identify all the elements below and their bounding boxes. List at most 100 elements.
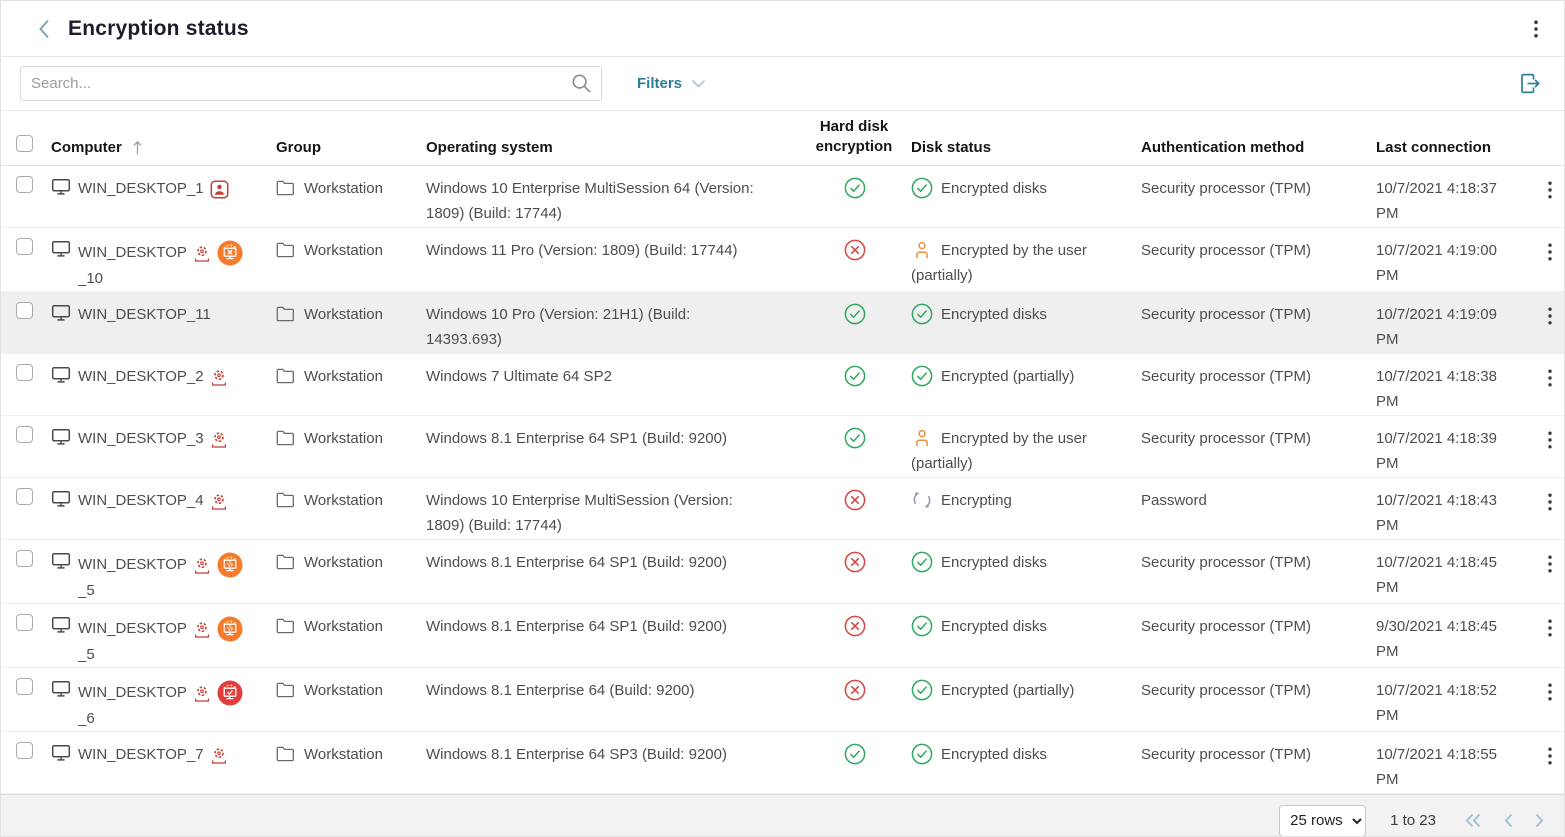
folder-icon <box>276 746 295 762</box>
disk-status-label: Encrypted disks <box>941 618 1047 635</box>
computer-name[interactable]: WIN_DESKTOP_1 <box>78 176 204 201</box>
row-menu-button[interactable] <box>1542 304 1558 328</box>
column-header-os[interactable]: Operating system <box>426 139 811 156</box>
first-page-button[interactable] <box>1462 810 1484 831</box>
gear-underline-badge-icon <box>210 746 228 765</box>
row-checkbox[interactable] <box>16 614 33 631</box>
table-row[interactable]: WIN_DESKTOP_7 Workstation Windows 8.1 En… <box>1 732 1564 794</box>
table-row[interactable]: WIN_DESKTOP _10 Workstation Windows 11 P… <box>1 228 1564 292</box>
search-input[interactable] <box>20 66 602 101</box>
check-circle-icon <box>911 177 933 199</box>
row-menu-button[interactable] <box>1542 178 1558 202</box>
row-checkbox[interactable] <box>16 678 33 695</box>
disk-status: Encrypted disks <box>911 614 1141 639</box>
computer-name[interactable]: WIN_DESKTOP <box>78 680 187 705</box>
row-menu-button[interactable] <box>1542 552 1558 576</box>
pager <box>1462 810 1548 831</box>
monitor-check-badge-icon <box>217 680 243 706</box>
first-page-icon <box>1464 812 1482 829</box>
row-menu-button[interactable] <box>1542 680 1558 704</box>
group-label: Workstation <box>304 176 383 201</box>
gear-underline-badge-icon <box>193 684 211 703</box>
last-connection-label: 10/7/2021 4:18:55 PM <box>1376 742 1534 792</box>
folder-icon <box>276 618 295 634</box>
computer-name[interactable]: WIN_DESKTOP_2 <box>78 364 204 389</box>
gear-underline-badge-icon <box>210 430 228 449</box>
row-menu-button[interactable] <box>1542 240 1558 264</box>
row-menu-button[interactable] <box>1542 428 1558 452</box>
computer-name[interactable]: WIN_DESKTOP <box>78 240 187 265</box>
computer-name[interactable]: WIN_DESKTOP <box>78 616 187 641</box>
user-icon <box>911 239 933 261</box>
row-menu-button[interactable] <box>1542 744 1558 768</box>
folder-icon <box>276 430 295 446</box>
row-checkbox[interactable] <box>16 426 33 443</box>
last-connection-label: 10/7/2021 4:18:43 PM <box>1376 488 1534 538</box>
disk-status-label: Encrypted disks <box>941 306 1047 323</box>
table-row[interactable]: WIN_DESKTOP _5 Workstation Windows 8.1 E… <box>1 540 1564 604</box>
back-button[interactable] <box>31 14 56 44</box>
previous-page-button[interactable] <box>1500 810 1516 831</box>
row-checkbox[interactable] <box>16 550 33 567</box>
computer-name[interactable]: WIN_DESKTOP_4 <box>78 488 204 513</box>
table-row[interactable]: WIN_DESKTOP _5 Workstation Windows 8.1 E… <box>1 604 1564 668</box>
next-page-icon <box>1534 812 1546 829</box>
computer-name-wrap: _6 <box>78 706 243 731</box>
row-checkbox[interactable] <box>16 742 33 759</box>
search-box <box>20 66 602 101</box>
row-checkbox[interactable] <box>16 176 33 193</box>
row-checkbox[interactable] <box>16 364 33 381</box>
x-circle-icon <box>844 615 866 637</box>
column-header-disk-status[interactable]: Disk status <box>911 139 1141 156</box>
operating-system-label: Windows 11 Pro (Version: 1809) (Build: 1… <box>426 238 811 263</box>
monitor-gear-badge-icon <box>217 616 243 642</box>
computer-name[interactable]: WIN_DESKTOP_3 <box>78 426 204 451</box>
sort-ascending-icon <box>132 139 143 156</box>
column-header-authentication-method[interactable]: Authentication method <box>1141 139 1376 156</box>
computer-name[interactable]: WIN_DESKTOP <box>78 552 187 577</box>
table-row[interactable]: WIN_DESKTOP_4 Workstation Windows 10 Ent… <box>1 478 1564 540</box>
operating-system-label: Windows 8.1 Enterprise 64 SP1 (Build: 92… <box>426 614 811 639</box>
column-header-last-connection[interactable]: Last connection <box>1376 139 1534 156</box>
authentication-method-label: Security processor (TPM) <box>1141 426 1376 451</box>
disk-status-label: Encrypted disks <box>941 554 1047 571</box>
check-circle-icon <box>844 427 866 449</box>
monitor-icon <box>51 680 71 731</box>
table-row[interactable]: WIN_DESKTOP_3 Workstation Windows 8.1 En… <box>1 416 1564 478</box>
group-label: Workstation <box>304 550 383 575</box>
row-menu-button[interactable] <box>1542 490 1558 514</box>
monitor-icon <box>51 616 71 667</box>
computer-name[interactable]: WIN_DESKTOP_11 <box>78 302 211 327</box>
disk-status-label: Encrypted by the user (partially) <box>911 430 1087 472</box>
table-row[interactable]: WIN_DESKTOP_1 Workstation Windows 10 Ent… <box>1 166 1564 228</box>
row-checkbox[interactable] <box>16 302 33 319</box>
row-checkbox[interactable] <box>16 488 33 505</box>
last-connection-label: 10/7/2021 4:19:00 PM <box>1376 238 1534 288</box>
select-all-checkbox[interactable] <box>16 135 33 152</box>
group-label: Workstation <box>304 742 383 767</box>
table-row[interactable]: WIN_DESKTOP _6 Workstation Windows 8.1 E… <box>1 668 1564 732</box>
table-row[interactable]: WIN_DESKTOP_2 Workstation Windows 7 Ulti… <box>1 354 1564 416</box>
rows-per-page-select[interactable]: 25 rows <box>1279 805 1366 837</box>
last-connection-label: 10/7/2021 4:19:09 PM <box>1376 302 1534 352</box>
check-circle-icon <box>911 679 933 701</box>
folder-icon <box>276 554 295 570</box>
page-menu-button[interactable] <box>1526 16 1546 42</box>
computer-name-wrap: _10 <box>78 266 243 291</box>
computer-name[interactable]: WIN_DESKTOP_7 <box>78 742 204 767</box>
group-label: Workstation <box>304 678 383 703</box>
filters-button[interactable]: Filters <box>633 71 710 96</box>
table-row[interactable]: WIN_DESKTOP_11 Workstation Windows 10 Pr… <box>1 292 1564 354</box>
column-header-hard-disk-encryption[interactable]: Hard disk encryption <box>811 117 911 156</box>
row-checkbox[interactable] <box>16 238 33 255</box>
monitor-gear-badge-icon <box>217 552 243 578</box>
column-header-group[interactable]: Group <box>276 139 426 156</box>
chevron-down-icon <box>691 79 706 89</box>
column-header-computer[interactable]: Computer <box>51 139 276 156</box>
export-button[interactable] <box>1515 68 1546 99</box>
user-icon <box>911 427 933 449</box>
row-menu-button[interactable] <box>1542 616 1558 640</box>
authentication-method-label: Security processor (TPM) <box>1141 364 1376 389</box>
next-page-button[interactable] <box>1532 810 1548 831</box>
row-menu-button[interactable] <box>1542 366 1558 390</box>
